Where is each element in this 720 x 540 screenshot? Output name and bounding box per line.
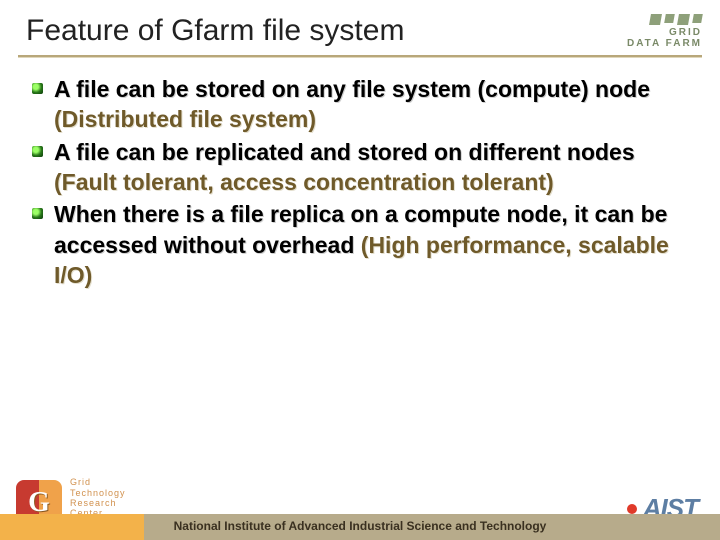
footer-text: National Institute of Advanced Industria…: [0, 519, 720, 533]
slide-footer: G Grid Technology Research Center AIST A…: [0, 468, 720, 540]
bullet-icon: [32, 146, 43, 157]
grid-data-farm-logo: GRID DATA FARM: [627, 14, 702, 49]
logo-line2: DATA FARM: [627, 38, 702, 49]
bullet-note: (Distributed file system): [54, 106, 316, 132]
logo-cubes-icon: [627, 14, 702, 25]
slide-body: A file can be stored on any file system …: [0, 58, 720, 291]
bullet-note: (Fault tolerant, access concentration to…: [54, 169, 554, 195]
bullet-text: A file can be stored on any file system …: [54, 76, 650, 102]
list-item: A file can be replicated and stored on d…: [54, 137, 686, 198]
bullet-list: A file can be stored on any file system …: [54, 74, 686, 291]
slide-header: Feature of Gfarm file system GRID DATA F…: [0, 0, 720, 55]
aist-dot-icon: [627, 504, 637, 514]
logo-line1: GRID: [627, 27, 702, 38]
bullet-icon: [32, 208, 43, 219]
bullet-icon: [32, 83, 43, 94]
slide-title: Feature of Gfarm file system: [26, 14, 404, 48]
bullet-text: A file can be replicated and stored on d…: [54, 139, 635, 165]
list-item: A file can be stored on any file system …: [54, 74, 686, 135]
footer-bar: National Institute of Advanced Industria…: [0, 514, 720, 540]
list-item: When there is a file replica on a comput…: [54, 199, 686, 290]
